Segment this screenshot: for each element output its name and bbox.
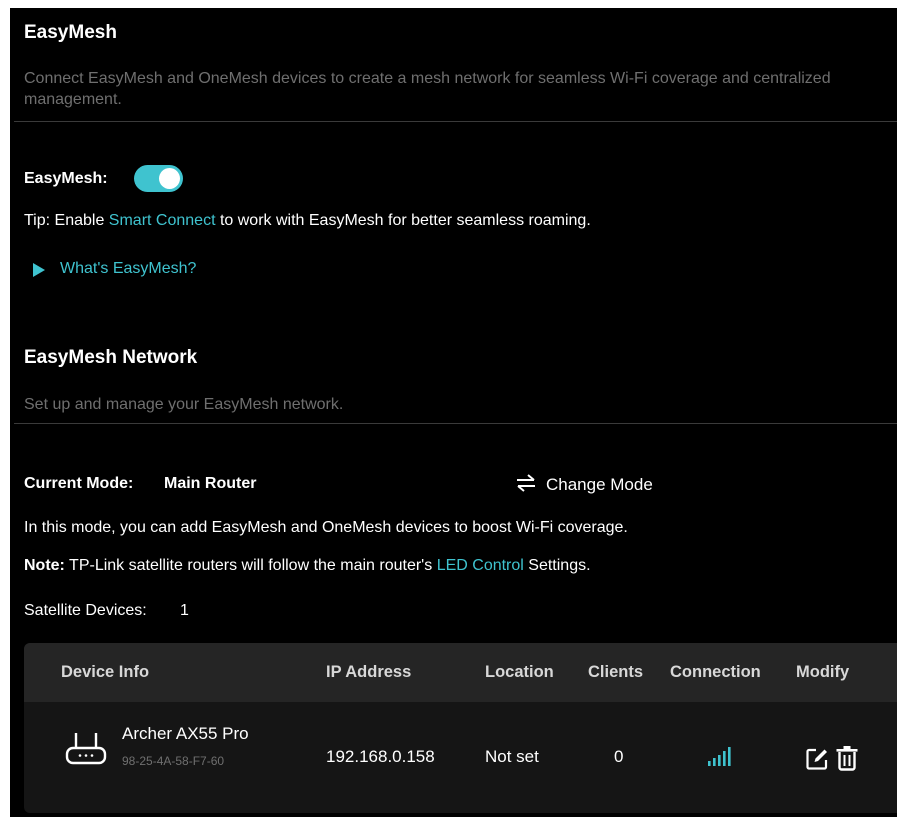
note-prefix: TP-Link satellite routers will follow th… [64,557,437,574]
note-label: Note: [24,557,65,574]
swap-arrows-icon [517,474,535,492]
satellite-devices-count: 1 [180,602,189,619]
easymesh-toggle[interactable] [134,165,183,192]
whats-easymesh-link[interactable]: What's EasyMesh? [60,260,196,278]
toggle-knob [159,168,180,189]
note-text: Note: TP-Link satellite routers will fol… [24,557,591,575]
table-header: Device Info IP Address Location Clients … [24,643,897,702]
tip-suffix: to work with EasyMesh for better seamles… [215,212,591,229]
tip-prefix: Tip: Enable [24,212,109,229]
device-mac: 98-25-4A-58-F7-60 [122,754,225,768]
table-row: Archer AX55 Pro 98-25-4A-58-F7-60 192.16… [24,702,897,813]
easymesh-panel: EasyMesh Connect EasyMesh and OneMesh de… [10,8,897,817]
current-mode-label: Current Mode: [24,475,134,492]
caret-right-icon [33,263,45,277]
header-ip-address: IP Address [326,663,412,681]
header-location: Location [485,663,554,681]
device-location: Not set [485,747,539,766]
easymesh-toggle-label: EasyMesh: [24,170,108,187]
note-suffix: Settings. [523,557,591,574]
easymesh-title: EasyMesh [24,22,117,43]
satellite-devices-table: Device Info IP Address Location Clients … [24,643,897,813]
header-clients: Clients [588,663,644,681]
change-mode-label: Change Mode [546,475,653,494]
mode-info-text: In this mode, you can add EasyMesh and O… [24,519,628,536]
easymesh-description: Connect EasyMesh and OneMesh devices to … [24,70,831,108]
edit-icon[interactable] [805,747,829,771]
router-icon [65,733,107,765]
tip-text: Tip: Enable Smart Connect to work with E… [24,212,591,230]
device-name: Archer AX55 Pro [122,724,249,743]
signal-icon [708,747,731,766]
trash-icon[interactable] [835,745,859,771]
header-device-info: Device Info [61,663,150,681]
device-clients: 0 [614,747,624,766]
network-divider [14,423,897,424]
device-ip: 192.168.0.158 [326,747,435,766]
current-mode-value: Main Router [164,475,257,492]
network-title: EasyMesh Network [24,347,198,368]
header-connection: Connection [670,663,761,681]
led-control-link[interactable]: LED Control [437,557,524,574]
section-divider [14,121,897,122]
network-description: Set up and manage your EasyMesh network. [24,396,344,413]
smart-connect-link[interactable]: Smart Connect [109,212,216,229]
satellite-devices-label: Satellite Devices: [24,602,147,619]
header-modify: Modify [796,663,850,681]
